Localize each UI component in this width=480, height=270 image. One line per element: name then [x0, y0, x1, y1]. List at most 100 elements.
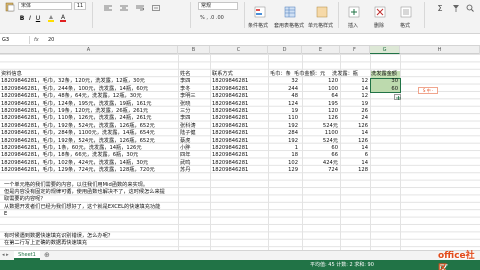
- cell-towel-amount[interactable]: 1100: [304, 130, 338, 137]
- bold-button[interactable]: B: [18, 13, 26, 23]
- column-header-a[interactable]: A: [0, 46, 178, 54]
- cell-shampoo-qty[interactable]: 126: [342, 138, 368, 145]
- cell-contact[interactable]: 18209846281: [212, 86, 266, 93]
- tab-sheet1[interactable]: Sheet1: [14, 251, 40, 260]
- column-header-e[interactable]: E: [302, 46, 340, 54]
- cell-contact[interactable]: 18209846281: [212, 101, 266, 108]
- cell-name[interactable]: 张晓: [180, 101, 210, 108]
- cell-contact[interactable]: 18209846281: [212, 152, 266, 159]
- cell-contact[interactable]: 18209846281: [212, 115, 266, 122]
- left-data-cell[interactable]: 18209846281，毛巾，102条，424元，洗发露，14瓶，30元: [1, 160, 148, 167]
- cell-name[interactable]: 李四: [180, 115, 210, 122]
- merge-center-icon[interactable]: [148, 3, 164, 13]
- table-header-contact[interactable]: 联系方式: [212, 71, 233, 78]
- cell-name[interactable]: 武鸣: [180, 160, 210, 167]
- cell-shampoo-qty[interactable]: 12: [342, 78, 368, 85]
- cell-towel-amount[interactable]: 195: [304, 101, 338, 108]
- cell-shampoo-qty[interactable]: 24: [342, 115, 368, 122]
- note-line[interactable]: 有时候遇到数据快速填充识别错误，怎么办呢？: [4, 233, 113, 240]
- cell-shampoo-amount[interactable]: 60: [372, 86, 398, 93]
- note-line[interactable]: E: [4, 211, 7, 218]
- cell-towel-amount[interactable]: 66: [304, 152, 338, 159]
- name-box[interactable]: G3: [0, 36, 30, 44]
- cell-contact[interactable]: 18209846281: [212, 93, 266, 100]
- cell-towel-amount[interactable]: 424元: [304, 160, 338, 167]
- cell-contact[interactable]: 18209846281: [212, 145, 266, 152]
- left-data-cell[interactable]: 18209846281，毛巾，124条，195元，洗发露，19瓶，161元: [1, 101, 151, 108]
- italic-button[interactable]: I: [26, 13, 34, 23]
- note-line[interactable]: 一个单元格的我们需要的内容，以往我们用Mid函数的来实现。: [4, 182, 148, 189]
- cell-shampoo-qty[interactable]: 19: [342, 101, 368, 108]
- find-select-icon[interactable]: [462, 3, 478, 13]
- note-line[interactable]: 但是内容没有固定的规律可循，使用函数也解决不了，这时候怎么来提: [4, 189, 165, 196]
- cell-name[interactable]: 陆子健: [180, 130, 210, 137]
- column-header-b[interactable]: B: [178, 46, 210, 54]
- table-header-towel-amount[interactable]: 毛巾金额：元: [294, 71, 325, 78]
- note-line[interactable]: 取需要的内容呢？: [4, 196, 46, 203]
- conditional-format-label[interactable]: 条件格式: [248, 23, 268, 29]
- cell-contact[interactable]: 18209846281: [212, 138, 266, 145]
- align-center-icon[interactable]: [116, 3, 132, 13]
- paste-icon[interactable]: [2, 2, 18, 12]
- cell-name[interactable]: 张科涛: [180, 123, 210, 130]
- wrap-text-icon[interactable]: [132, 3, 148, 13]
- note-line[interactable]: 从数据开发者们已经为我们想好了，这个就是EXCEL的快速填充功能: [4, 204, 160, 211]
- cell-name[interactable]: 蔡虎: [180, 138, 210, 145]
- cell-shampoo-qty[interactable]: 126: [342, 123, 368, 130]
- cell-shampoo-qty[interactable]: 14: [342, 160, 368, 167]
- format-icon[interactable]: [396, 3, 416, 21]
- cell-towel-qty[interactable]: 124: [270, 101, 298, 108]
- column-header-h[interactable]: H: [400, 46, 480, 54]
- left-data-cell[interactable]: 18209846281，毛巾，192条，524元，洗发露，126瓶，652元: [1, 138, 155, 145]
- cell-contact[interactable]: 18209846281: [212, 167, 266, 174]
- left-data-cell[interactable]: 18209846281，毛巾，18条，66元，洗发露，6瓶，30元: [1, 152, 138, 159]
- add-sheet-icon[interactable]: ⊕: [44, 251, 50, 260]
- cell-towel-amount[interactable]: 724: [304, 167, 338, 174]
- column-header-c[interactable]: C: [210, 46, 268, 54]
- insert-label[interactable]: 插入: [348, 23, 358, 29]
- cell-name[interactable]: 四年: [180, 152, 210, 159]
- format-label[interactable]: 格式: [400, 23, 410, 29]
- cell-towel-amount[interactable]: 524元: [304, 138, 338, 145]
- cell-contact[interactable]: 18209846281: [212, 130, 266, 137]
- cell-shampoo-qty[interactable]: 12: [342, 93, 368, 100]
- conditional-format-icon[interactable]: [250, 3, 270, 21]
- cell-shampoo-amount[interactable]: 30: [372, 78, 398, 85]
- font-name-select[interactable]: 宋体: [18, 2, 72, 10]
- left-data-cell[interactable]: 18209846281，毛巾，48条，64元，洗发露，12瓶，30元: [1, 93, 142, 100]
- left-data-cell[interactable]: 18209846281，毛巾，192条，524元，洗发露，126瓶，652元: [1, 123, 155, 130]
- left-data-cell[interactable]: 18209846281，毛巾，244条，100元，洗发露，14瓶，60元: [1, 86, 148, 93]
- cell-towel-amount[interactable]: 64: [304, 93, 338, 100]
- align-left-icon[interactable]: [100, 3, 116, 13]
- cell-shampoo-qty[interactable]: 6: [342, 152, 368, 159]
- cell-towel-qty[interactable]: 284: [270, 130, 298, 137]
- left-data-cell[interactable]: 18209846281，毛巾，129条，724元，洗发露，128瓶，720元: [1, 167, 155, 174]
- table-format-icon[interactable]: [280, 3, 300, 21]
- cell-towel-qty[interactable]: 192: [270, 123, 298, 130]
- cell-shampoo-qty[interactable]: 128: [342, 167, 368, 174]
- left-data-cell[interactable]: 18209846281，毛巾，1条，60元，洗发露，14瓶，126元: [1, 145, 142, 152]
- cell-style-icon[interactable]: [312, 3, 332, 21]
- formula-input[interactable]: 20: [48, 36, 54, 44]
- column-header-f[interactable]: F: [340, 46, 370, 54]
- font-color-icon[interactable]: A: [58, 13, 68, 23]
- cell-name[interactable]: 李冬: [180, 86, 210, 93]
- cell-shampoo-qty[interactable]: 14: [342, 86, 368, 93]
- cell-name[interactable]: 苏丹: [180, 167, 210, 174]
- cell-towel-amount[interactable]: 120: [304, 78, 338, 85]
- cell-towel-qty[interactable]: 102: [270, 160, 298, 167]
- font-size-select[interactable]: 11: [74, 2, 86, 10]
- left-header-cell[interactable]: 资料信息: [1, 71, 22, 78]
- left-data-cell[interactable]: 18209846281，毛巾，32条，120元，洗发露，12瓶，30元: [1, 78, 145, 85]
- tab-scroll-icon[interactable]: ◂ ▸: [2, 252, 9, 258]
- cell-towel-qty[interactable]: 1: [270, 145, 298, 152]
- cell-contact[interactable]: 18209846281: [212, 78, 266, 85]
- cell-towel-amount[interactable]: 60: [304, 145, 338, 152]
- table-header-towel-qty[interactable]: 毛巾：条: [270, 71, 291, 78]
- note-line[interactable]: 在第二行写上正确的数据再快速填充: [4, 240, 87, 247]
- fill-color-icon[interactable]: [46, 13, 56, 23]
- table-format-label[interactable]: 套用表格格式: [274, 23, 304, 29]
- left-data-cell[interactable]: 18209846281，毛巾，110条，126元，洗发露，24瓶，261元: [1, 115, 151, 122]
- cell-towel-qty[interactable]: 129: [270, 167, 298, 174]
- column-header-g[interactable]: G: [370, 46, 400, 54]
